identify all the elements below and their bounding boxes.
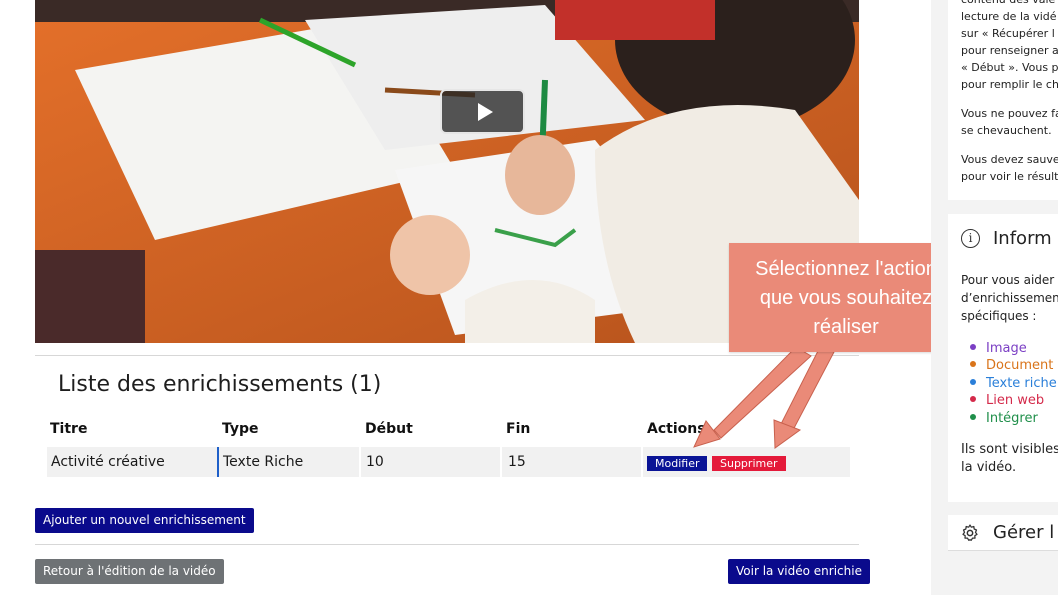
info-icon: i bbox=[961, 229, 980, 248]
help-text: contenu des vale bbox=[961, 0, 1058, 8]
modify-button[interactable]: Modifier bbox=[647, 456, 708, 471]
help-text: pour remplir le ch bbox=[961, 78, 1058, 91]
legend-label: Document bbox=[986, 358, 1054, 373]
column-header-fin: Fin bbox=[506, 421, 531, 437]
divider bbox=[35, 544, 859, 545]
cell-titre: Activité créative bbox=[51, 454, 165, 470]
cell-type: Texte Riche bbox=[223, 454, 304, 470]
cell-separator bbox=[641, 447, 643, 477]
back-to-edit-button[interactable]: Retour à l'édition de la vidéo bbox=[35, 559, 224, 584]
arrow-to-modify bbox=[713, 346, 812, 439]
play-icon bbox=[478, 103, 493, 121]
enrichments-title: Liste des enrichissements (1) bbox=[58, 372, 382, 397]
legend-document: Document bbox=[970, 358, 1053, 373]
view-enriched-video-button[interactable]: Voir la vidéo enrichie bbox=[728, 559, 870, 584]
cell-fin: 15 bbox=[508, 454, 526, 470]
callout-line: réaliser bbox=[813, 316, 879, 338]
legend-label: Texte riche bbox=[986, 376, 1057, 391]
delete-button[interactable]: Supprimer bbox=[712, 456, 786, 471]
cell-debut: 10 bbox=[366, 454, 384, 470]
info-heading: Inform bbox=[993, 228, 1052, 249]
column-header-actions: Actions bbox=[647, 421, 706, 437]
save-text: pour voir le résult bbox=[961, 170, 1058, 183]
cell-focus-marker bbox=[217, 447, 219, 477]
cell-separator bbox=[500, 447, 502, 477]
column-header-type: Type bbox=[222, 421, 259, 437]
overlap-text: Vous ne pouvez fa bbox=[961, 107, 1058, 120]
info-text: Pour vous aider bbox=[961, 273, 1055, 287]
overlap-text: se chevauchent. bbox=[961, 124, 1052, 137]
legend-image: Image bbox=[970, 341, 1027, 356]
legend-label: Image bbox=[986, 341, 1027, 356]
save-text: Vous devez sauve bbox=[961, 153, 1058, 166]
legend-rich-text: Texte riche bbox=[970, 376, 1057, 391]
help-text: pour renseigner a bbox=[961, 44, 1058, 57]
legend-label: Lien web bbox=[986, 393, 1045, 408]
play-button[interactable] bbox=[440, 89, 525, 134]
visible-text: la vidéo. bbox=[961, 460, 1017, 475]
instruction-callout: Sélectionnez l'action que vous souhaitez… bbox=[729, 243, 963, 352]
column-header-debut: Début bbox=[365, 421, 413, 437]
visible-text: Ils sont visibles bbox=[961, 442, 1058, 457]
help-card: contenu des vale lecture de la vidé sur … bbox=[948, 0, 1058, 200]
help-text: sur « Récupérer l bbox=[961, 27, 1055, 40]
legend-label: Intégrer bbox=[986, 411, 1038, 426]
help-text: lecture de la vidé bbox=[961, 10, 1057, 23]
info-text: d’enrichissemen bbox=[961, 291, 1058, 305]
add-enrichment-button[interactable]: Ajouter un nouvel enrichissement bbox=[35, 508, 254, 533]
arrow-head-delete bbox=[773, 419, 802, 449]
manage-heading[interactable]: Gérer l bbox=[993, 522, 1054, 543]
callout-line: Sélectionnez l'action bbox=[755, 258, 937, 280]
legend-web-link: Lien web bbox=[970, 393, 1044, 408]
cell-separator bbox=[359, 447, 361, 477]
divider bbox=[35, 355, 859, 356]
column-header-titre: Titre bbox=[50, 421, 88, 437]
arrow-to-delete bbox=[779, 346, 835, 433]
legend-embed: Intégrer bbox=[970, 411, 1038, 426]
gear-icon bbox=[962, 524, 978, 541]
callout-line: que vous souhaitez bbox=[759, 287, 933, 309]
info-text: spécifiques : bbox=[961, 309, 1037, 323]
help-text: « Début ». Vous p bbox=[961, 61, 1058, 74]
